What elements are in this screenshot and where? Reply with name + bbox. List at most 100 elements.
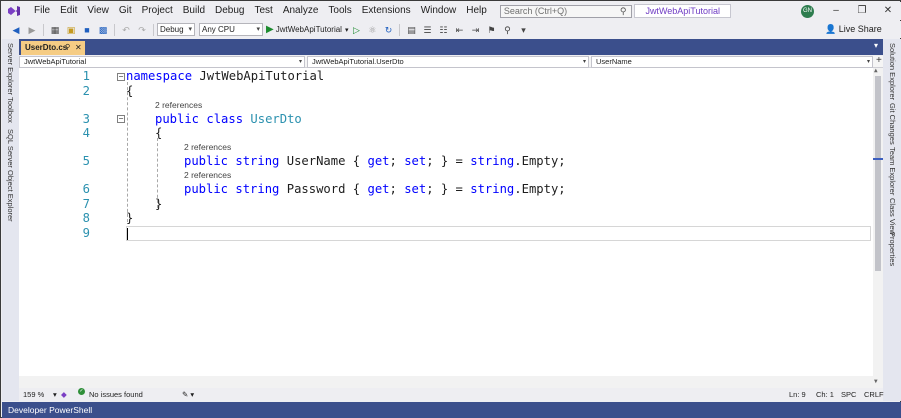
menu-window[interactable]: Window <box>416 2 462 20</box>
tab-properties[interactable]: Properties <box>888 232 897 266</box>
save-icon[interactable]: ■ <box>81 24 93 36</box>
search-input[interactable]: Search (Ctrl+Q) <box>499 4 632 18</box>
scrollbar-thumb[interactable] <box>875 76 881 271</box>
tab-developer-powershell[interactable]: Developer PowerShell <box>8 402 92 418</box>
open-file-icon[interactable]: ▣ <box>65 24 77 36</box>
forward-icon[interactable]: ▶ <box>26 24 38 36</box>
restore-icon[interactable]: ❐ <box>854 3 870 19</box>
chevron-down-icon[interactable]: ▾ <box>53 388 57 401</box>
punctuation: ; <box>389 154 405 168</box>
close-tab-icon[interactable]: ✕ <box>75 41 82 54</box>
new-project-icon[interactable]: ▦ <box>49 24 61 36</box>
tab-solution-explorer[interactable]: Solution Explorer <box>888 43 897 100</box>
tab-toolbox[interactable]: Toolbox <box>6 97 15 123</box>
line-number: 5 <box>82 154 90 168</box>
right-tool-tabs: Solution Explorer Git Changes Team Explo… <box>883 39 901 401</box>
redo-icon[interactable]: ↷ <box>136 24 148 36</box>
toolbar-separator <box>43 23 44 36</box>
whitespace-indicator[interactable]: SPC <box>841 388 856 401</box>
menu-bar: File Edit View Git Project Build Debug T… <box>2 2 901 20</box>
chevron-down-icon: ▾ <box>582 59 586 65</box>
menu-tools[interactable]: Tools <box>323 2 356 20</box>
keyword: string <box>235 182 280 196</box>
horizontal-scrollbar[interactable] <box>19 376 873 388</box>
start-debugging-button[interactable]: ▶ JwtWebApiTutorial ▾ <box>266 24 348 35</box>
collapse-class-icon[interactable]: − <box>117 115 125 123</box>
menu-extensions[interactable]: Extensions <box>357 2 416 20</box>
cleanup-icon[interactable]: ✎ ▾ <box>182 388 194 401</box>
minimize-icon[interactable]: – <box>828 3 844 19</box>
close-icon[interactable]: ✕ <box>880 3 896 19</box>
configuration-dropdown[interactable]: Debug ▾ <box>157 23 195 36</box>
code-editor[interactable]: 1 2 3 4 5 6 7 8 9 − − namespace JwtWebAp… <box>19 68 883 388</box>
menu-view[interactable]: View <box>82 2 114 20</box>
menu-edit[interactable]: Edit <box>55 2 82 20</box>
tab-userdto-cs[interactable]: UserDto.cs ⚲ ✕ <box>21 41 85 55</box>
menu-build[interactable]: Build <box>178 2 210 20</box>
browser-link-icon[interactable]: ▤ <box>405 24 417 36</box>
pin-icon[interactable]: ⚲ <box>65 41 70 54</box>
toolbar-options-icon[interactable]: ▾ <box>517 24 529 36</box>
property-name: UserName <box>286 154 346 168</box>
zoom-level[interactable]: 159 % <box>23 388 44 401</box>
tab-server-explorer[interactable]: Server Explorer <box>6 43 15 95</box>
scroll-up-icon[interactable]: ▲ <box>874 68 878 74</box>
outdent-icon[interactable]: ⇤ <box>453 24 465 36</box>
indent-icon[interactable]: ⇥ <box>469 24 481 36</box>
back-icon[interactable]: ◀ <box>10 24 22 36</box>
toggle-comment-icon[interactable]: ☷ <box>437 24 449 36</box>
refresh-icon[interactable]: ↻ <box>382 24 394 36</box>
start-without-debugging-icon[interactable]: ▷ <box>350 24 362 36</box>
char-indicator[interactable]: Ch: 1 <box>816 388 834 401</box>
chevron-down-icon: ▾ <box>188 26 192 33</box>
property-name: Password <box>286 182 346 196</box>
codelens-references[interactable]: 2 references <box>184 142 231 152</box>
scroll-down-icon[interactable]: ▼ <box>874 378 878 385</box>
platform-dropdown[interactable]: Any CPU ▾ <box>199 23 263 36</box>
live-share-button[interactable]: 👤 Live Share <box>825 24 882 35</box>
tab-overflow-icon[interactable]: ▾ <box>874 41 878 50</box>
search-icon: ⚲ <box>619 5 627 16</box>
keyword: public <box>184 154 229 168</box>
hot-reload-icon[interactable]: ⚛ <box>366 24 378 36</box>
check-icon: ✓ <box>78 388 85 395</box>
menu-test[interactable]: Test <box>249 2 277 20</box>
intellicode-icon[interactable]: ◆ <box>61 388 67 401</box>
tab-class-view[interactable]: Class View <box>888 198 897 235</box>
menu-debug[interactable]: Debug <box>210 2 249 20</box>
type-dropdown[interactable]: JwtWebApiTutorial.UserDto ▾ <box>307 56 589 68</box>
menu-file[interactable]: File <box>29 2 55 20</box>
save-all-icon[interactable]: ▩ <box>97 24 109 36</box>
menu-analyze[interactable]: Analyze <box>278 2 324 20</box>
split-editor-icon[interactable]: + <box>876 55 882 66</box>
tab-team-explorer[interactable]: Team Explorer <box>888 147 897 195</box>
indent-guide <box>127 82 128 222</box>
visual-studio-logo-icon[interactable] <box>7 5 21 17</box>
codelens-references[interactable]: 2 references <box>155 100 202 110</box>
find-icon[interactable]: ⚲ <box>501 24 513 36</box>
member-dropdown[interactable]: UserName ▾ <box>591 56 873 68</box>
member-access: .Empty; <box>514 154 566 168</box>
collapse-namespace-icon[interactable]: − <box>117 73 125 81</box>
line-number: 9 <box>82 226 90 240</box>
menu-git[interactable]: Git <box>114 2 137 20</box>
undo-icon[interactable]: ↶ <box>120 24 132 36</box>
startup-project-label: JwtWebApiTutorial <box>275 25 342 34</box>
tab-sql-server-object-explorer[interactable]: SQL Server Object Explorer <box>6 129 15 222</box>
bookmark-icon[interactable]: ⚑ <box>485 24 497 36</box>
line-ending-indicator[interactable]: CRLF <box>864 388 884 401</box>
menu-project[interactable]: Project <box>137 2 178 20</box>
line-number: 4 <box>82 126 90 140</box>
codelens-references[interactable]: 2 references <box>184 170 231 180</box>
issues-status[interactable]: No issues found <box>89 388 143 401</box>
project-dropdown[interactable]: JwtWebApiTutorial ▾ <box>19 56 305 68</box>
menu-help[interactable]: Help <box>461 2 492 20</box>
line-indicator[interactable]: Ln: 9 <box>789 388 806 401</box>
account-avatar[interactable]: GN <box>801 5 814 18</box>
brace: { <box>155 126 163 140</box>
format-icon[interactable]: ☰ <box>421 24 433 36</box>
vertical-scrollbar[interactable]: ▲ ▼ <box>873 68 883 388</box>
tab-git-changes[interactable]: Git Changes <box>888 103 897 145</box>
keyword: namespace <box>126 69 193 83</box>
namespace-name: JwtWebApiTutorial <box>199 69 325 83</box>
